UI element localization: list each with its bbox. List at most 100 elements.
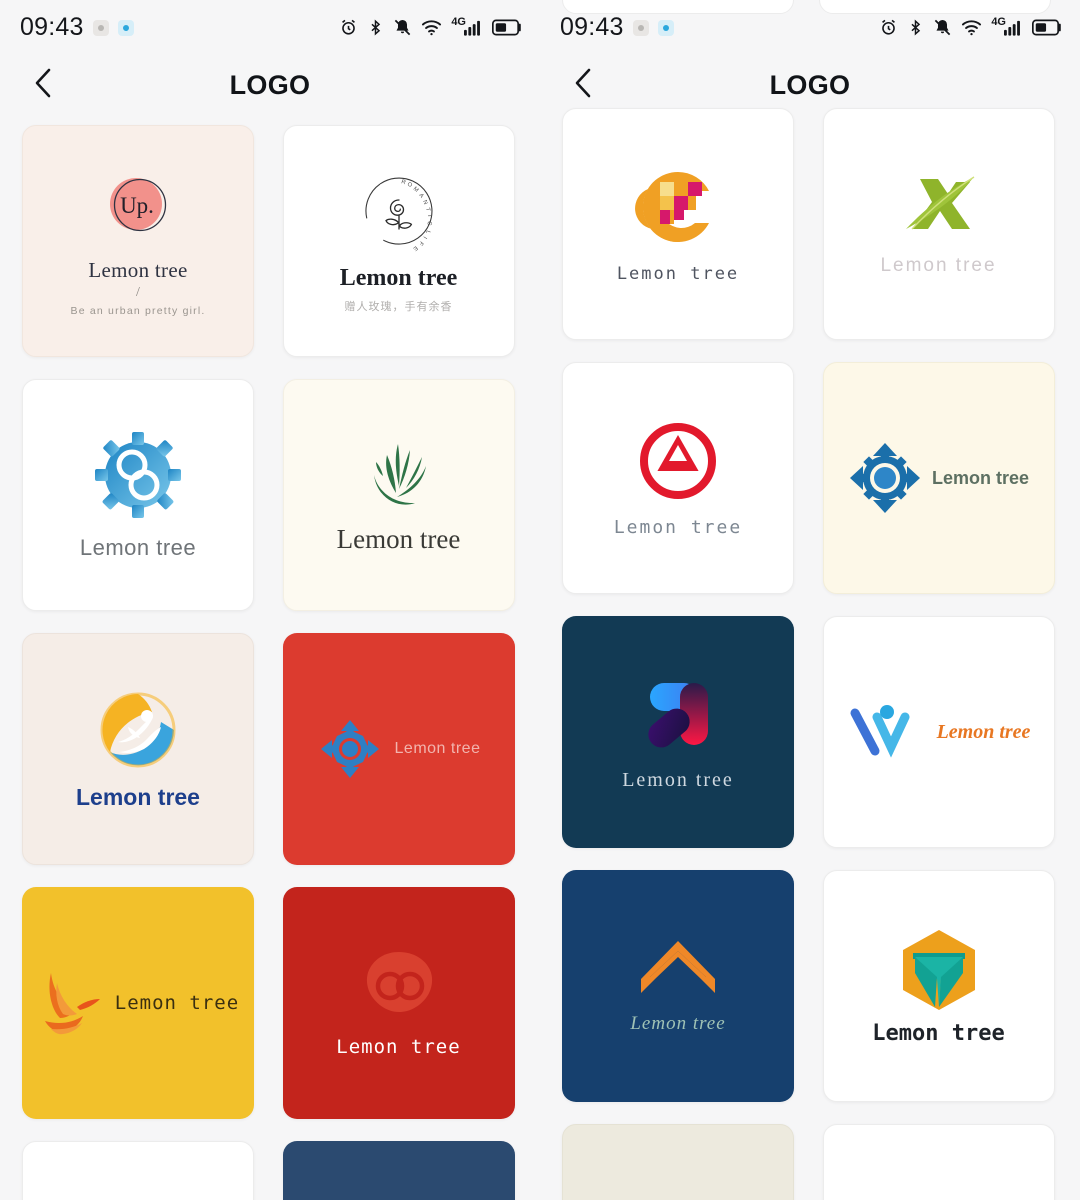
signal-4g-icon: 4G [451, 16, 483, 36]
logo-name: Lemon tree [872, 1020, 1005, 1046]
logo-card[interactable]: Lemon tree [282, 379, 515, 611]
left-panel: 09:43 4G LOGO Up. Lemon tree / Be an urb… [0, 0, 540, 1200]
svg-text:N: N [421, 199, 428, 205]
gear-s-icon [92, 429, 184, 521]
logo-name: Lemon tree [394, 740, 481, 757]
logo-card[interactable] [822, 1124, 1055, 1200]
wifi-icon [421, 18, 442, 37]
logo-card[interactable]: Lemon tree [282, 633, 515, 865]
logo-card[interactable]: Lemon tree [822, 108, 1055, 340]
back-chevron-icon [571, 66, 595, 105]
logo-grid-right: Lemon tree Lemon tree Lemon tree Lemon t… [540, 108, 1080, 1200]
cube-hex-icon [897, 927, 981, 1013]
page-title: LOGO [229, 69, 311, 100]
ornament-diamond-icon [317, 716, 383, 782]
status-time: 09:43 [20, 12, 84, 41]
triangle-circle-icon [636, 419, 720, 503]
phoenix-wing-icon [37, 965, 109, 1041]
logo-card[interactable]: Lemon tree [22, 633, 254, 865]
open-arms-icon [847, 703, 927, 761]
logo-name: Lemon tree [613, 516, 743, 538]
back-chevron-icon [31, 66, 55, 105]
svg-text:F: F [416, 239, 423, 246]
bluetooth-icon [367, 18, 384, 37]
status-icon-group: 4G [879, 16, 1062, 37]
logo-name: Lemon tree [114, 992, 240, 1014]
dual-screenshot: 09:43 4G LOGO Up. Lemon tree / Be an urb… [0, 0, 1080, 1200]
logo-card[interactable]: R O M A N T I C L I F E Lemon tree 赠人玫瑰，… [282, 125, 515, 357]
signal-4g-icon: 4G [991, 16, 1023, 36]
logo-card[interactable]: Up. Lemon tree / Be an urban pretty girl… [22, 125, 254, 357]
svg-text:M: M [411, 186, 419, 194]
status-time: 09:43 [560, 12, 624, 41]
back-button[interactable] [560, 62, 606, 108]
logo-card[interactable]: Lemon tree [562, 616, 794, 848]
orange-roof-icon [635, 937, 721, 999]
svg-text:T: T [424, 207, 431, 212]
logo-name: Lemon tree [931, 467, 1030, 488]
logo-name: Lemon tree [616, 264, 740, 284]
logo-name: Lemon tree [336, 523, 461, 554]
logo-name: Lemon tree [339, 264, 458, 291]
right-panel: 09:43 4G LOGO Lemon tree Lemon tree Lemo… [540, 0, 1080, 1200]
wifi-icon [961, 18, 982, 37]
logo-name: Lemon tree [79, 535, 197, 560]
network-type-label: 4G [451, 16, 466, 28]
logo-divider: / [136, 284, 140, 300]
logo-card[interactable]: Lemon tree [22, 379, 254, 611]
alarm-icon [339, 18, 358, 37]
logo-card[interactable]: Lemon tree [562, 108, 794, 340]
svg-text:A: A [417, 192, 424, 199]
capsule-blocks-icon [633, 673, 723, 759]
logo-card[interactable]: Lemon tree [282, 887, 515, 1119]
svg-text:O: O [406, 181, 413, 189]
logo-name: Lemon tree [336, 1036, 461, 1058]
gear-arrows-icon [848, 441, 922, 515]
svg-text:I: I [421, 234, 427, 239]
logo-grid-left: Up. Lemon tree / Be an urban pretty girl… [0, 125, 540, 1200]
app-badge-blue-icon [117, 20, 134, 36]
logo-card[interactable]: Lemon tree [562, 870, 794, 1102]
logo-name: Lemon tree [880, 255, 997, 276]
logo-card[interactable]: Lemon tree [822, 870, 1055, 1102]
grass-leaf-icon [354, 436, 444, 514]
logo-card[interactable] [22, 1141, 254, 1200]
infinity-blob-icon [357, 948, 441, 1026]
nav-bar: LOGO [0, 54, 540, 116]
logo-card-partial[interactable] [562, 0, 794, 14]
logo-name: Lemon tree [630, 1013, 726, 1034]
nav-bar: LOGO [540, 54, 1080, 116]
logo-card[interactable]: Lemon tree [22, 887, 254, 1119]
pixel-c-icon [635, 164, 721, 250]
rose-circle-icon: R O M A N T I C L I F E [357, 169, 441, 253]
alarm-icon [879, 18, 898, 37]
battery-icon [492, 19, 522, 36]
svg-text:L: L [423, 229, 430, 235]
logo-card[interactable] [282, 1141, 515, 1200]
green-x-icon [894, 171, 984, 237]
logo-name: Lemon tree [622, 768, 734, 791]
logo-name: Lemon tree [76, 783, 200, 810]
logo-tagline: Be an urban pretty girl. [70, 304, 206, 317]
logo-name: Lemon tree [88, 257, 188, 282]
logo-name: Lemon tree [936, 720, 1031, 743]
svg-text:Up.: Up. [120, 193, 154, 218]
mute-bell-icon [933, 18, 952, 37]
logo-card[interactable]: Lemon tree [822, 616, 1055, 848]
status-bar: 09:43 4G [0, 0, 540, 54]
logo-card[interactable] [562, 1124, 794, 1200]
back-button[interactable] [20, 62, 66, 108]
logo-card[interactable]: Lemon tree [822, 362, 1055, 594]
mute-bell-icon [393, 18, 412, 37]
svg-text:R: R [400, 179, 406, 186]
page-title: LOGO [769, 69, 851, 100]
app-badge-grey-icon [632, 20, 649, 36]
logo-card[interactable]: Lemon tree [562, 362, 794, 594]
logo-card-partial[interactable] [819, 0, 1051, 14]
network-type-label: 4G [991, 16, 1006, 28]
bluetooth-icon [907, 18, 924, 37]
battery-icon [1032, 19, 1062, 36]
logo-tagline: 赠人玫瑰，手有余香 [344, 300, 453, 313]
svg-text:C: C [425, 220, 431, 225]
app-badge-blue-icon [657, 20, 674, 36]
